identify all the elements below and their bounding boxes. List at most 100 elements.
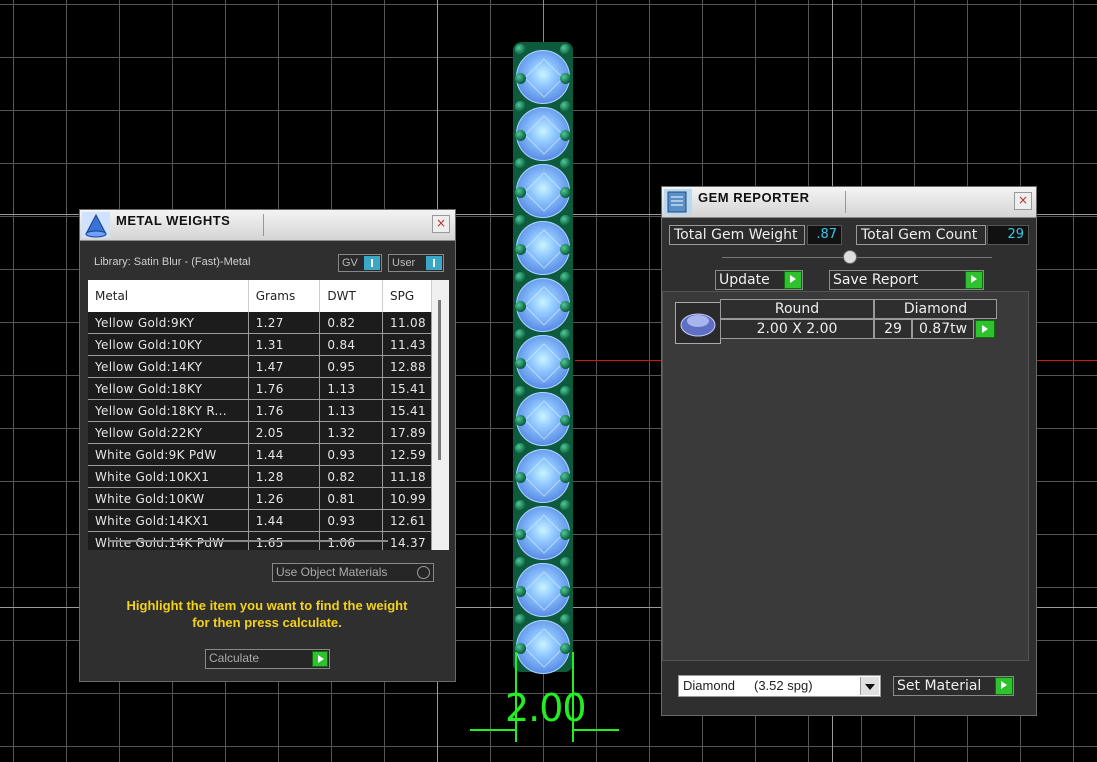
table-row[interactable]: Yellow Gold:18KY 1.76 1.13 15.41 — [88, 377, 432, 400]
prong-bead — [515, 329, 526, 340]
gem-count-cell: 29 — [874, 319, 912, 339]
prong-bead — [560, 186, 571, 198]
prong-bead — [515, 215, 526, 226]
table-cell: White Gold:9K PdW — [88, 443, 249, 466]
prong-bead — [560, 557, 571, 568]
save-report-label: Save Report — [833, 272, 919, 288]
prong-bead — [560, 272, 571, 283]
prong-bead — [515, 300, 526, 312]
calculate-label: Calculate — [209, 651, 260, 665]
table-cell: 0.82 — [319, 312, 384, 334]
prong-bead — [560, 414, 571, 426]
table-cell: Yellow Gold:9KY — [88, 312, 249, 334]
table-cell: 11.08 — [382, 312, 432, 334]
save-report-button[interactable]: Save Report — [829, 270, 984, 290]
table-cell: 1.76 — [248, 399, 321, 422]
column-header[interactable]: Grams — [248, 280, 321, 312]
table-cell: Yellow Gold:22KY — [88, 421, 249, 444]
gv-toggle[interactable]: GV — [338, 254, 382, 272]
toggle-knob-icon — [426, 256, 442, 270]
table-cell: 14.37 — [382, 531, 432, 550]
table-row[interactable]: White Gold:10KX1 1.28 0.82 11.18 — [88, 465, 432, 488]
table-row[interactable]: Yellow Gold:22KY 2.05 1.32 17.89 — [88, 421, 432, 444]
calculate-button[interactable]: Calculate — [205, 649, 330, 669]
prong-bead — [515, 557, 526, 568]
user-toggle[interactable]: User — [388, 254, 444, 272]
table-row[interactable]: White Gold:14KX1 1.44 0.93 12.61 — [88, 509, 432, 532]
vertical-scrollbar[interactable] — [438, 300, 441, 460]
prong-bead — [560, 642, 571, 654]
material-select[interactable]: Diamond (3.52 spg) — [678, 675, 881, 697]
window-title: METAL WEIGHTS — [116, 213, 231, 228]
prong-bead — [560, 471, 571, 483]
table-cell: 15.41 — [382, 377, 432, 400]
prong-bead — [515, 585, 526, 597]
prong-bead — [560, 158, 571, 169]
table-cell: 11.18 — [382, 465, 432, 488]
set-material-button[interactable]: Set Material — [893, 676, 1014, 696]
toggle-knob-icon — [364, 256, 380, 270]
splitter-handle[interactable] — [843, 250, 857, 264]
column-header[interactable]: SPG — [382, 280, 432, 312]
gem-reporter-titlebar[interactable]: GEM REPORTER × — [662, 187, 1036, 218]
y-axis-line — [543, 0, 544, 42]
table-row[interactable]: Yellow Gold:18KY R... 1.76 1.13 15.41 — [88, 399, 432, 422]
table-cell: 0.93 — [319, 509, 384, 532]
gem-thumbnail[interactable] — [675, 302, 721, 344]
prong-bead — [560, 329, 571, 340]
prong-bead — [515, 443, 526, 454]
prong-bead — [560, 528, 571, 540]
round-gem-icon — [680, 313, 716, 337]
prong-bead — [515, 471, 526, 483]
table-cell: 17.89 — [382, 421, 432, 444]
table-cell: 1.13 — [319, 399, 384, 422]
use-object-materials-label: Use Object Materials — [276, 565, 388, 579]
gem-shape-cell: Round — [720, 299, 874, 319]
horizontal-scrollbar[interactable] — [108, 540, 388, 542]
table-row[interactable]: White Gold:10KW 1.26 0.81 10.99 — [88, 487, 432, 510]
radio-icon — [417, 566, 430, 579]
prong-bead — [515, 158, 526, 169]
prong-bead — [560, 215, 571, 226]
ring-model[interactable] — [513, 42, 573, 674]
table-cell: Yellow Gold:14KY — [88, 355, 249, 378]
table-cell: 1.47 — [248, 355, 321, 378]
play-arrow-icon — [965, 271, 983, 289]
table-cell: 15.41 — [382, 399, 432, 422]
close-icon[interactable]: × — [1014, 192, 1032, 210]
table-cell: 0.81 — [319, 487, 384, 510]
table-cell: Yellow Gold:18KY — [88, 377, 249, 400]
table-cell: 1.31 — [248, 333, 321, 356]
table-cell: 0.95 — [319, 355, 384, 378]
update-button[interactable]: Update — [715, 270, 803, 290]
prong-bead — [515, 386, 526, 397]
x-axis-line — [1036, 360, 1097, 361]
metal-weights-window: METAL WEIGHTS × Library: Satin Blur - (F… — [79, 209, 456, 682]
prong-bead — [560, 357, 571, 369]
table-row[interactable]: Yellow Gold:10KY 1.31 0.84 11.43 — [88, 333, 432, 356]
column-header[interactable]: Metal — [88, 280, 249, 312]
update-label: Update — [719, 272, 770, 288]
chevron-down-icon — [860, 677, 879, 695]
table-row[interactable]: White Gold:9K PdW 1.44 0.93 12.59 — [88, 443, 432, 466]
gem-row-action-button[interactable] — [975, 320, 995, 338]
play-arrow-icon — [995, 677, 1013, 695]
table-row[interactable]: Yellow Gold:9KY 1.27 0.82 11.08 — [88, 312, 432, 334]
column-header[interactable]: DWT — [319, 280, 384, 312]
close-icon[interactable]: × — [432, 215, 450, 233]
prong-bead — [515, 243, 526, 255]
table-cell: 1.76 — [248, 377, 321, 400]
table-cell: White Gold:14KX1 — [88, 509, 249, 532]
table-cell: Yellow Gold:18KY R... — [88, 399, 249, 422]
use-object-materials-toggle[interactable]: Use Object Materials — [272, 563, 434, 582]
prong-bead — [515, 528, 526, 540]
table-cell: 12.61 — [382, 509, 432, 532]
table-cell: 12.59 — [382, 443, 432, 466]
gv-label: GV — [342, 257, 358, 269]
metal-weights-titlebar[interactable]: METAL WEIGHTS × — [80, 210, 455, 241]
table-row[interactable]: Yellow Gold:14KY 1.47 0.95 12.88 — [88, 355, 432, 378]
table-cell: 1.32 — [319, 421, 384, 444]
table-cell: 1.44 — [248, 509, 321, 532]
metal-table[interactable]: Metal Grams DWT SPG Yellow Gold:9KY 1.27 0… — [88, 280, 449, 550]
gem-reporter-window: GEM REPORTER × Total Gem Weight .87 Tota… — [661, 186, 1037, 716]
